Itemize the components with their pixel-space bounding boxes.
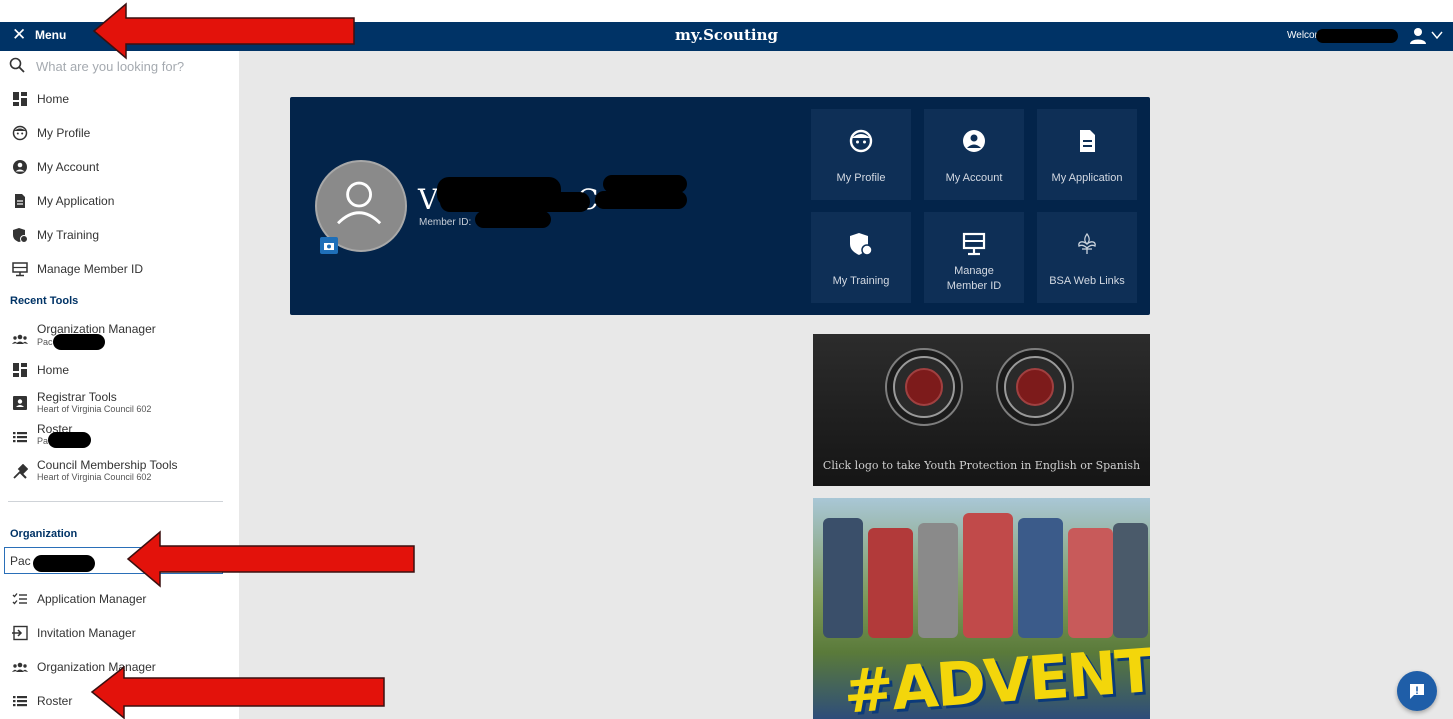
page: my.Scouting Welcome ✕ Menu What are you … xyxy=(0,0,1453,719)
list-icon xyxy=(13,432,27,443)
sidebar-item-label: My Training xyxy=(37,228,100,242)
sidebar-item-label: Home xyxy=(37,92,70,106)
training-shield-icon xyxy=(13,228,28,243)
tile-label: My Profile xyxy=(836,172,886,184)
org-item-label: Application Manager xyxy=(37,592,147,606)
organization-heading: Organization xyxy=(10,528,78,540)
redacted-name xyxy=(440,192,590,212)
sidebar-item-home[interactable]: Home xyxy=(0,85,239,113)
tile-my-profile[interactable]: My Profile xyxy=(811,109,911,200)
org-item-label: Roster xyxy=(37,694,73,708)
sidebar-item-label: My Application xyxy=(37,194,115,208)
annotation-arrow-menu xyxy=(92,2,355,60)
recent-tool-home[interactable]: Home xyxy=(0,356,239,384)
feedback-button[interactable] xyxy=(1397,671,1437,711)
chevron-down-icon[interactable] xyxy=(1430,28,1444,42)
youth-protection-caption: Click logo to take Youth Protection in E… xyxy=(822,459,1141,472)
recent-tool-sub: Pa xyxy=(37,436,49,446)
recent-tool-sub: Pac xyxy=(37,337,53,347)
sidebar-item-label: My Account xyxy=(37,160,100,174)
group-icon xyxy=(12,662,28,672)
search-icon xyxy=(9,57,25,73)
recent-tool-registrar-tools[interactable]: Registrar Tools Heart of Virginia Counci… xyxy=(0,386,239,418)
redacted-name xyxy=(595,191,687,209)
fleur-de-lis-icon xyxy=(1078,232,1096,254)
feedback-icon xyxy=(1410,684,1424,699)
redacted-unit xyxy=(53,334,105,350)
checklist-icon xyxy=(12,593,27,605)
user-icon[interactable] xyxy=(1408,27,1428,45)
member-card-icon xyxy=(12,262,28,277)
recent-tool-label: Council Membership Tools xyxy=(37,458,178,472)
tile-label: My Account xyxy=(945,172,1003,184)
divider xyxy=(8,501,223,502)
training-shield-icon xyxy=(850,233,873,256)
org-item-application-manager[interactable]: Application Manager xyxy=(0,585,239,613)
adventure-on-banner[interactable]: #ADVENTUREON! xyxy=(813,498,1150,719)
tools-icon xyxy=(13,464,28,479)
redacted-member-id xyxy=(475,211,551,228)
org-item-label: Invitation Manager xyxy=(37,626,136,640)
member-name-initial: V xyxy=(418,183,439,216)
tile-my-account[interactable]: My Account xyxy=(924,109,1024,200)
tile-bsa-web-links[interactable]: BSA Web Links xyxy=(1037,212,1137,303)
tile-my-training[interactable]: My Training xyxy=(811,212,911,303)
youth-protection-english-logo[interactable] xyxy=(885,348,963,426)
menu-title: Menu xyxy=(35,28,67,42)
recent-tool-roster[interactable]: Roster Pa xyxy=(0,420,239,452)
tile-label: My Application xyxy=(1051,172,1123,184)
side-menu: ✕ Menu Home My Profile xyxy=(0,22,239,719)
annotation-arrow-roster xyxy=(90,666,385,719)
tile-label: My Training xyxy=(832,275,890,287)
recent-tool-label: Home xyxy=(37,363,70,377)
dashboard-icon xyxy=(13,363,27,377)
sidebar-item-label: My Profile xyxy=(37,126,91,140)
recent-tool-sub: Heart of Virginia Council 602 xyxy=(37,404,152,414)
sidebar-item-label: Manage Member ID xyxy=(37,262,144,276)
organization-select-value: Pac xyxy=(10,554,31,568)
dashboard-icon xyxy=(13,92,27,106)
sidebar-item-my-account[interactable]: My Account xyxy=(0,153,239,181)
annotation-arrow-organization xyxy=(126,530,415,588)
invitation-icon xyxy=(12,625,28,641)
group-icon xyxy=(12,334,28,344)
youth-protection-spanish-logo[interactable] xyxy=(996,348,1074,426)
recent-tool-label: Registrar Tools xyxy=(37,390,117,404)
recent-tools-heading: Recent Tools xyxy=(10,295,79,307)
org-item-invitation-manager[interactable]: Invitation Manager xyxy=(0,619,239,647)
tile-manage-member-id[interactable]: Manage Member ID xyxy=(924,212,1024,303)
face-icon xyxy=(12,125,28,141)
tile-label: BSA Web Links xyxy=(1049,275,1125,287)
profile-card: V C Member ID: My Profile My Account xyxy=(290,97,1150,315)
sidebar-item-my-profile[interactable]: My Profile xyxy=(0,119,239,147)
account-circle-icon xyxy=(963,130,985,152)
member-id-label: Member ID: xyxy=(419,217,472,228)
recent-tool-sub: Heart of Virginia Council 602 xyxy=(37,472,152,482)
sidebar-item-manage-member-id[interactable]: Manage Member ID xyxy=(0,255,239,283)
list-icon xyxy=(13,696,27,707)
recent-tool-council-membership-tools[interactable]: Council Membership Tools Heart of Virgin… xyxy=(0,454,239,488)
face-icon xyxy=(849,129,873,153)
document-icon xyxy=(1080,130,1095,152)
tile-label: Manage Member ID xyxy=(946,265,1002,292)
account-circle-icon xyxy=(13,160,27,174)
member-card-icon xyxy=(962,232,986,256)
id-badge-icon xyxy=(13,396,27,410)
close-icon[interactable]: ✕ xyxy=(12,25,26,45)
document-icon xyxy=(15,194,25,208)
camera-icon[interactable] xyxy=(320,237,338,254)
redacted-unit xyxy=(48,432,91,448)
redacted-unit xyxy=(33,555,95,572)
sidebar-item-my-training[interactable]: My Training xyxy=(0,221,239,249)
youth-protection-banner: Click logo to take Youth Protection in E… xyxy=(813,334,1150,486)
sidebar-item-my-application[interactable]: My Application xyxy=(0,187,239,215)
redacted-username xyxy=(1316,29,1398,43)
tile-my-application[interactable]: My Application xyxy=(1037,109,1137,200)
recent-tool-organization-manager[interactable]: Organization Manager Pac xyxy=(0,320,239,354)
